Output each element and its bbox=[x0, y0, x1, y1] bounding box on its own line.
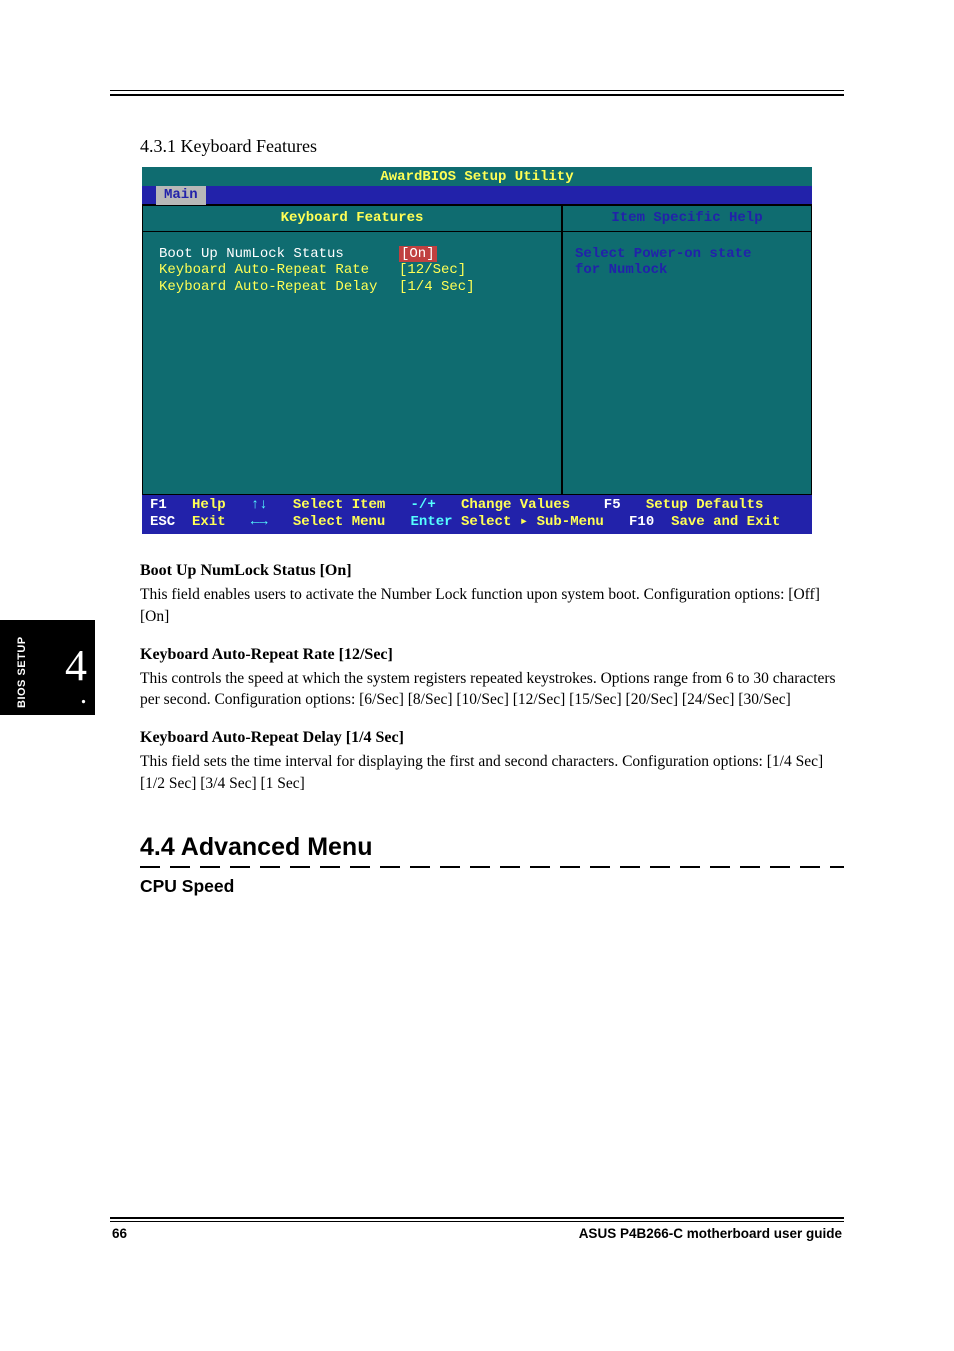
bios-key-label: Select Item bbox=[293, 497, 385, 514]
bios-left-title: Keyboard Features bbox=[143, 206, 561, 232]
bios-key-f1: F1 bbox=[150, 497, 167, 514]
item-title-numlock: Boot Up NumLock Status [On] bbox=[140, 562, 844, 580]
bios-title: AwardBIOS Setup Utility bbox=[142, 167, 812, 186]
bios-key-label: Exit bbox=[192, 514, 226, 531]
dashed-rule bbox=[140, 866, 844, 868]
bios-item-value[interactable]: [1/4 Sec] bbox=[399, 279, 475, 296]
bios-item-label: Keyboard Auto-Repeat Delay bbox=[159, 279, 399, 296]
side-tab-label: BIOS SETUP bbox=[16, 636, 28, 708]
bios-right-title: Item Specific Help bbox=[563, 206, 811, 232]
bios-right-pane: Item Specific Help Select Power-on state… bbox=[562, 205, 812, 495]
item-body-numlock: This field enables users to activate the… bbox=[140, 584, 844, 627]
bios-item-numlock[interactable]: Boot Up NumLock Status [On] bbox=[159, 246, 545, 263]
bios-item-label: Keyboard Auto-Repeat Rate bbox=[159, 262, 399, 279]
bios-key-f5: F5 bbox=[604, 497, 621, 514]
bios-tabs: Main bbox=[142, 186, 812, 204]
bios-footer: F1 Help ↑↓ Select Item -/+ Change Values… bbox=[142, 495, 812, 535]
bios-key-label: Select ▸ Sub-Menu bbox=[461, 514, 604, 531]
bios-item-value[interactable]: [On] bbox=[399, 246, 437, 263]
bios-key-label: Save and Exit bbox=[671, 514, 780, 531]
bios-help-text: Select Power-on state for Numlock bbox=[563, 232, 811, 294]
bios-items: Boot Up NumLock Status [On] Keyboard Aut… bbox=[143, 232, 561, 310]
bios-key-f10: F10 bbox=[629, 514, 654, 531]
bios-help-line: for Numlock bbox=[575, 262, 799, 279]
page-footer: 66 ASUS P4B266-C motherboard user guide bbox=[110, 1222, 844, 1241]
item-body-rate: This controls the speed at which the sys… bbox=[140, 668, 844, 711]
item-title-delay: Keyboard Auto-Repeat Delay [1/4 Sec] bbox=[140, 729, 844, 747]
top-rule bbox=[110, 90, 844, 96]
bios-item-repeat-delay[interactable]: Keyboard Auto-Repeat Delay [1/4 Sec] bbox=[159, 279, 545, 296]
side-tab-dot: . bbox=[80, 679, 87, 711]
bios-item-value[interactable]: [12/Sec] bbox=[399, 262, 466, 279]
sub-heading-cpu-speed: CPU Speed bbox=[140, 876, 844, 897]
bios-screenshot: AwardBIOS Setup Utility Main Keyboard Fe… bbox=[142, 167, 812, 534]
bios-key-enter: Enter bbox=[411, 514, 453, 531]
footer-text: ASUS P4B266-C motherboard user guide bbox=[579, 1226, 842, 1241]
bios-help-line: Select Power-on state bbox=[575, 246, 799, 263]
page-number: 66 bbox=[112, 1226, 127, 1241]
advanced-menu-heading: 4.4 Advanced Menu bbox=[140, 833, 844, 862]
bios-item-label: Boot Up NumLock Status bbox=[159, 246, 399, 263]
bios-key-leftright: ←→ bbox=[251, 514, 268, 531]
bios-key-label: Select Menu bbox=[293, 514, 385, 531]
bios-item-repeat-rate[interactable]: Keyboard Auto-Repeat Rate [12/Sec] bbox=[159, 262, 545, 279]
section-heading: 4.3.1 Keyboard Features bbox=[140, 136, 844, 157]
item-title-rate: Keyboard Auto-Repeat Rate [12/Sec] bbox=[140, 646, 844, 664]
bios-key-updown: ↑↓ bbox=[251, 497, 268, 514]
bios-key-label: Help bbox=[192, 497, 226, 514]
bios-key-label: Setup Defaults bbox=[646, 497, 764, 514]
side-thumb-tab: BIOS SETUP 4 . bbox=[0, 620, 95, 715]
bios-key-plusminus: -/+ bbox=[411, 497, 436, 514]
bios-left-pane: Keyboard Features Boot Up NumLock Status… bbox=[142, 205, 562, 495]
bios-key-label: Change Values bbox=[461, 497, 570, 514]
bios-key-esc: ESC bbox=[150, 514, 175, 531]
bios-tab-main[interactable]: Main bbox=[156, 186, 206, 205]
item-body-delay: This field sets the time interval for di… bbox=[140, 751, 844, 794]
